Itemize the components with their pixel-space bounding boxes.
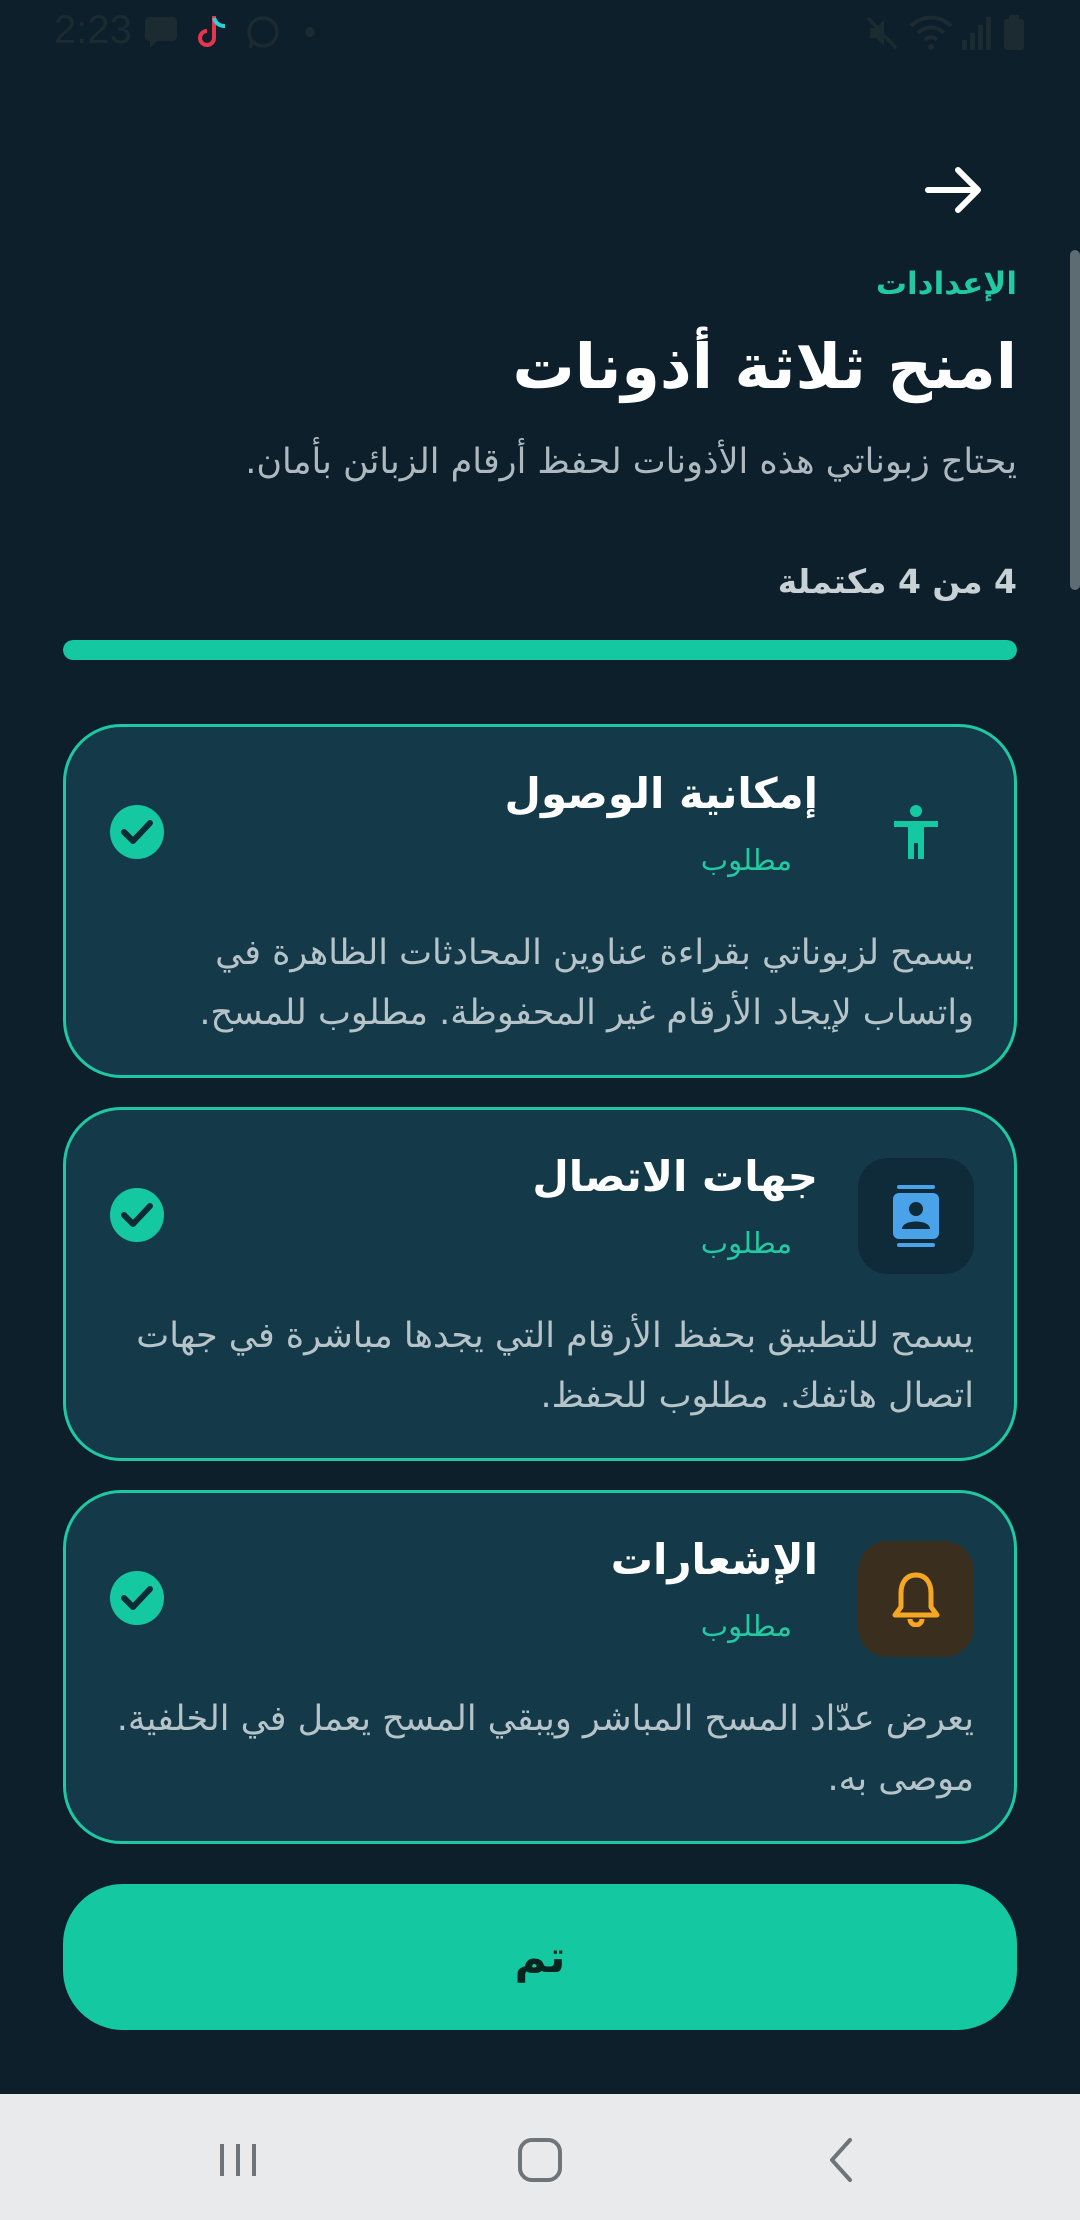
signal-icon	[962, 17, 991, 50]
home-icon[interactable]	[510, 2130, 570, 2190]
permission-description: يسمح لزبوناتي بقراءة عناوين المحادثات ال…	[199, 933, 974, 1033]
message-notification-icon	[145, 17, 177, 48]
back-button[interactable]	[920, 160, 990, 220]
battery-icon	[1004, 15, 1024, 50]
status-bar: 2:23	[0, 0, 1080, 64]
permissions-screen: 2:23 الإعدادات امنح ثلاثة أذونات يحتاج ز…	[0, 0, 1080, 2220]
status-time: 2:23	[54, 8, 132, 52]
required-badge: مطلوب	[700, 1609, 792, 1643]
contacts-icon	[893, 1185, 939, 1247]
back-nav-icon[interactable]	[812, 2130, 872, 2190]
scrollbar[interactable]	[1070, 250, 1080, 590]
permission-card-notifications[interactable]: الإشعارات مطلوب يعرض عدّاد المسح المباشر…	[63, 1490, 1017, 1844]
permission-card-contacts[interactable]: جهات الاتصال مطلوب يسمح للتطبيق بحفظ الأ…	[63, 1107, 1017, 1461]
dot-icon	[305, 27, 315, 37]
arrow-right-icon	[925, 167, 981, 213]
permission-title: إمكانية الوصول	[504, 769, 818, 818]
permission-description: يسمح للتطبيق بحفظ الأرقام التي يجدها مبا…	[136, 1316, 974, 1416]
card-icon-container	[858, 1541, 974, 1657]
accessibility-icon	[894, 805, 938, 859]
system-nav-bar	[0, 2094, 1080, 2220]
permission-title: جهات الاتصال	[532, 1152, 818, 1201]
done-button[interactable]: تم	[63, 1884, 1017, 2030]
check-circle-icon	[110, 1571, 164, 1625]
permission-description: يعرض عدّاد المسح المباشر ويبقي المسح يعم…	[116, 1699, 974, 1799]
progress-fill	[63, 640, 1017, 660]
required-badge: مطلوب	[700, 1226, 792, 1260]
permission-card-accessibility[interactable]: إمكانية الوصول مطلوب يسمح لزبوناتي بقراء…	[63, 724, 1017, 1078]
progress-bar	[63, 640, 1017, 660]
mute-icon	[866, 16, 898, 50]
check-circle-icon	[110, 1188, 164, 1242]
permission-title: الإشعارات	[610, 1535, 818, 1584]
bell-icon	[892, 1572, 940, 1627]
page-subtitle: يحتاج زبوناتي هذه الأذونات لحفظ أرقام ال…	[245, 442, 1017, 482]
wifi-icon	[909, 15, 953, 50]
progress-label: 4 من 4 مكتملة	[777, 562, 1017, 601]
card-icon-container	[858, 1158, 974, 1274]
required-badge: مطلوب	[700, 843, 792, 877]
check-circle-icon	[110, 805, 164, 859]
tiktok-icon	[198, 16, 226, 47]
recent-apps-icon[interactable]	[208, 2130, 268, 2190]
page-title: امنح ثلاثة أذونات	[512, 330, 1017, 403]
card-icon-container	[858, 775, 974, 891]
section-eyebrow: الإعدادات	[875, 266, 1017, 302]
whatsapp-icon	[247, 16, 279, 49]
